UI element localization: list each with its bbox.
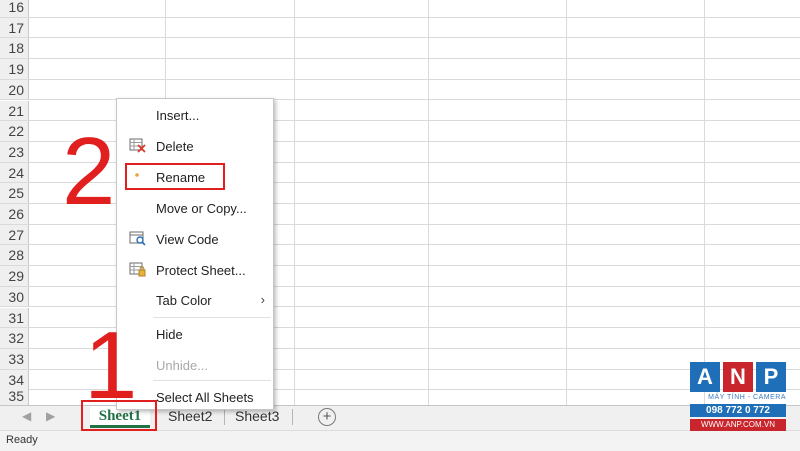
menu-item-view-code[interactable]: View Code xyxy=(117,225,273,253)
table-row[interactable]: 18 xyxy=(0,38,800,60)
logo-phone: 098 772 0 772 xyxy=(690,404,786,417)
menu-item-label: Move or Copy... xyxy=(156,201,247,216)
menu-item-label: Insert... xyxy=(156,108,200,123)
logo-letter: N xyxy=(723,362,753,392)
row-number[interactable]: 21 xyxy=(0,100,29,121)
row-number[interactable]: 35 xyxy=(0,386,29,405)
step-number-2: 2 xyxy=(62,118,116,225)
sheet-context-menu: Insert... Delete Rename Move or Copy... xyxy=(116,98,274,410)
row-number[interactable]: 20 xyxy=(0,79,29,100)
row-number[interactable]: 27 xyxy=(0,224,29,245)
menu-item-label: Unhide... xyxy=(156,358,209,373)
logo-letter: P xyxy=(756,362,786,392)
row-number[interactable]: 17 xyxy=(0,17,29,38)
menu-item-tab-color[interactable]: Tab Color › xyxy=(117,286,273,314)
row-number[interactable]: 32 xyxy=(0,328,29,348)
row-number[interactable]: 16 xyxy=(0,0,29,17)
row-number[interactable]: 30 xyxy=(0,286,29,307)
menu-item-insert[interactable]: Insert... xyxy=(117,101,273,129)
row-number[interactable]: 26 xyxy=(0,204,29,224)
row-number[interactable]: 23 xyxy=(0,141,29,162)
row-number[interactable]: 22 xyxy=(0,121,29,141)
delete-sheet-icon xyxy=(129,138,146,153)
menu-item-label: Tab Color xyxy=(156,293,212,308)
logo-url: WWW.ANP.COM.VN xyxy=(690,419,786,431)
tab-divider xyxy=(292,409,293,425)
menu-item-hide[interactable]: Hide xyxy=(117,320,273,348)
logo-letter: A xyxy=(690,362,720,392)
row-number[interactable]: 18 xyxy=(0,38,29,59)
menu-separator xyxy=(153,380,271,381)
menu-item-protect-sheet[interactable]: Protect Sheet... xyxy=(117,256,273,284)
tab-divider xyxy=(224,409,225,425)
table-row[interactable]: 16 xyxy=(0,0,800,18)
menu-item-label: Select All Sheets xyxy=(156,390,254,405)
status-bar: Ready xyxy=(0,430,800,451)
table-row[interactable]: 17 xyxy=(0,17,800,39)
status-text: Ready xyxy=(6,434,38,446)
row-number[interactable]: 19 xyxy=(0,59,29,79)
chevron-right-icon: › xyxy=(260,292,265,307)
view-code-icon xyxy=(129,231,146,246)
row-number[interactable]: 29 xyxy=(0,266,29,286)
scroll-tabs-right-icon[interactable]: ▶ xyxy=(46,409,55,423)
protect-sheet-icon xyxy=(129,262,146,277)
menu-item-label: Protect Sheet... xyxy=(156,263,246,278)
menu-item-label: View Code xyxy=(156,232,219,247)
menu-item-move-or-copy[interactable]: Move or Copy... xyxy=(117,194,273,222)
scroll-tabs-left-icon[interactable]: ◀ xyxy=(22,409,31,423)
row-number[interactable]: 28 xyxy=(0,245,29,266)
anp-logo: A N P MÁY TÍNH - CAMERA 098 772 0 772 WW… xyxy=(690,362,786,438)
menu-item-delete[interactable]: Delete xyxy=(117,132,273,160)
step-number-1: 1 xyxy=(84,312,138,419)
row-number[interactable]: 33 xyxy=(0,348,29,369)
table-row[interactable]: 19 xyxy=(0,59,800,80)
menu-item-label: Delete xyxy=(156,139,194,154)
menu-separator xyxy=(153,317,271,318)
add-sheet-icon[interactable]: + xyxy=(318,408,336,426)
row-number[interactable]: 31 xyxy=(0,307,29,328)
rename-highlight-box xyxy=(125,163,225,190)
row-number[interactable]: 24 xyxy=(0,162,29,183)
menu-item-label: Hide xyxy=(156,327,183,342)
menu-item-unhide: Unhide... xyxy=(117,351,273,379)
row-number[interactable]: 25 xyxy=(0,183,29,203)
logo-subtitle: MÁY TÍNH - CAMERA xyxy=(708,394,786,401)
